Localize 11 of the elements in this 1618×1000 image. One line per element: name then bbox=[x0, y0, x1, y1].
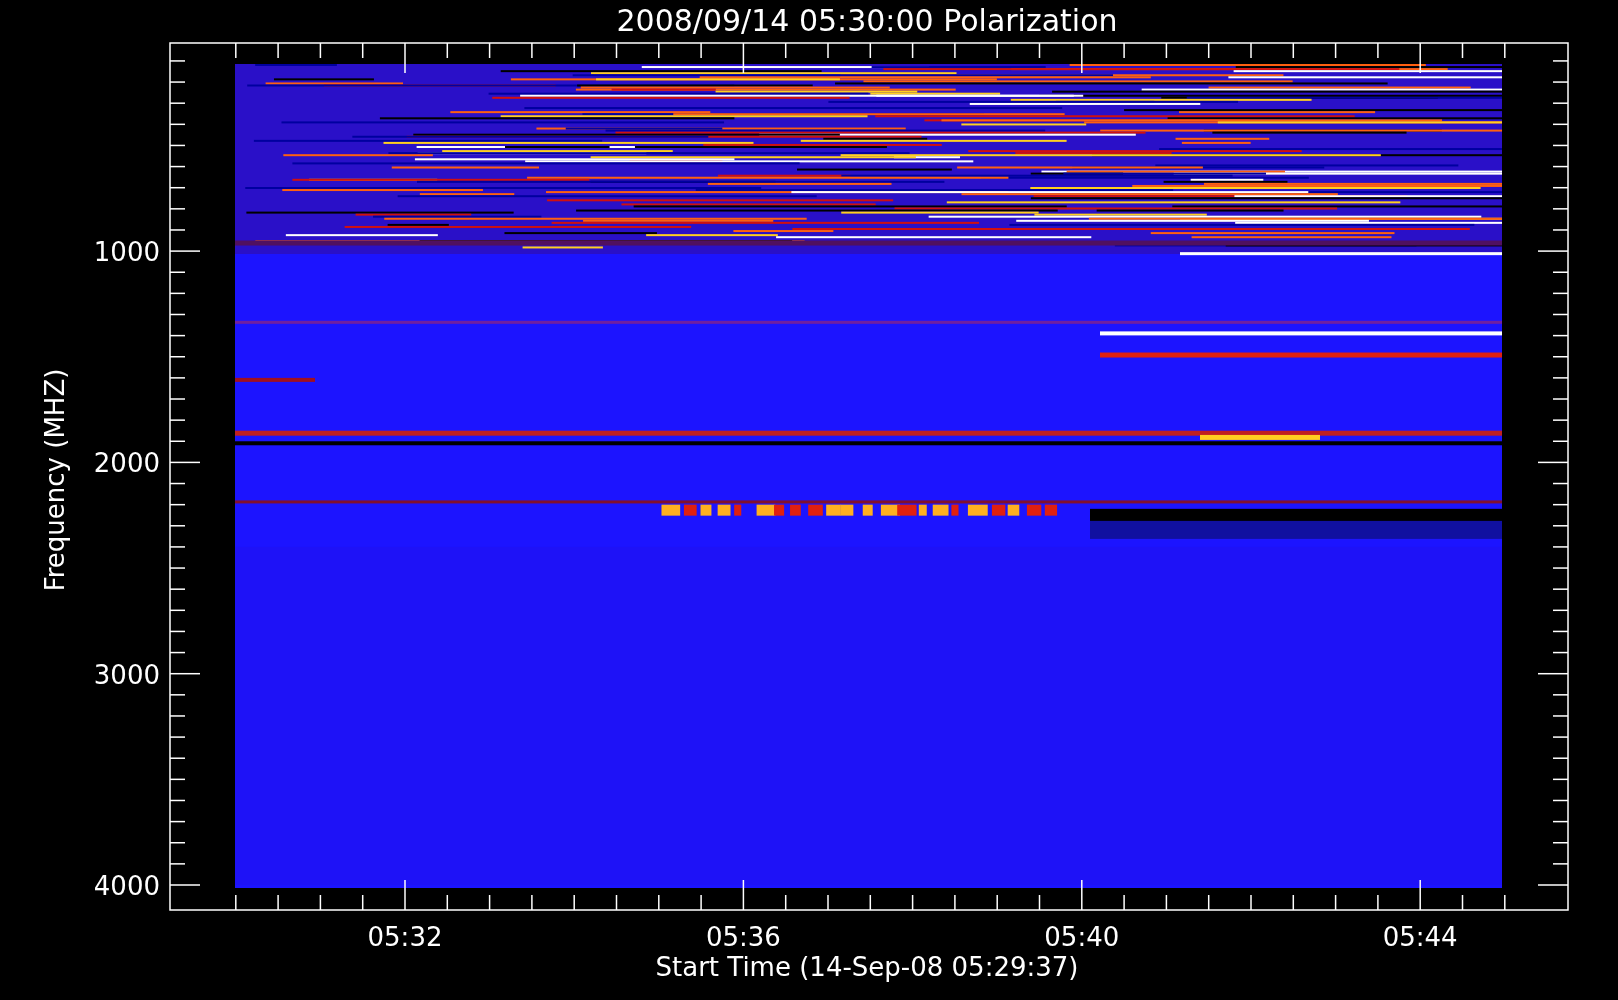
y-tick-label: 2000 bbox=[93, 448, 160, 479]
y-tick-label: 1000 bbox=[93, 237, 160, 268]
x-tick-label: 05:40 bbox=[1044, 922, 1120, 952]
x-axis-title: Start Time (14-Sep-08 05:29:37) bbox=[655, 952, 1079, 982]
x-tick-label: 05:32 bbox=[367, 922, 443, 952]
y-axis-title: Frequency (MHZ) bbox=[40, 368, 70, 592]
x-tick-label: 05:36 bbox=[705, 922, 781, 952]
chart-title: 2008/09/14 05:30:00 Polarization bbox=[616, 3, 1118, 38]
y-tick-label: 4000 bbox=[93, 871, 160, 901]
y-tick-label: 3000 bbox=[93, 659, 160, 690]
x-tick-label: 05:44 bbox=[1382, 922, 1458, 952]
